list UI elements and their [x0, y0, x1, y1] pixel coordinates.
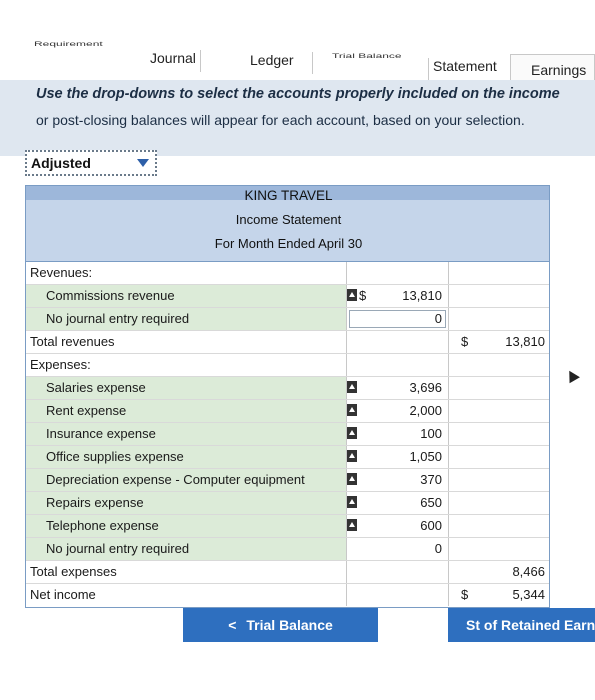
account-select[interactable]: Repairs expense — [26, 492, 346, 514]
balance-type-select[interactable]: Adjusted — [25, 150, 157, 176]
tab-ledger[interactable]: Ledger — [246, 52, 313, 74]
total-expenses-label: Total expenses — [30, 564, 117, 579]
dropdown-marker-icon — [347, 404, 357, 416]
amount-input[interactable]: 13,810 — [402, 285, 442, 307]
account-select[interactable]: Depreciation expense - Computer equipmen… — [26, 469, 346, 491]
tab-statement[interactable]: Statement — [428, 58, 512, 82]
net-income-label: Net income — [30, 587, 96, 602]
balance-type-value: Adjusted — [31, 155, 91, 171]
dropdown-marker-icon — [347, 289, 357, 301]
table-row: No journal entry required 0 — [26, 308, 549, 331]
revenues-heading: Revenues: — [30, 265, 93, 280]
account-select[interactable]: Commissions revenue — [26, 285, 346, 307]
amount-input[interactable]: 100 — [420, 423, 442, 445]
dropdown-marker-icon — [347, 427, 357, 439]
table-row: Rent expense 2,000 — [26, 400, 549, 423]
table-row: Office supplies expense 1,050 — [26, 446, 549, 469]
dropdown-marker-icon — [347, 519, 357, 531]
total-revenues-row: Total revenues $ 13,810 — [26, 331, 549, 354]
instructions-line-2: or post-closing balances will appear for… — [36, 112, 525, 128]
statement-title: Income Statement — [235, 212, 342, 227]
mouse-cursor-icon — [564, 367, 580, 384]
prev-trial-balance-button[interactable]: < Trial Balance — [183, 608, 378, 642]
chevron-left-icon: < — [228, 617, 237, 633]
account-select[interactable]: Office supplies expense — [26, 446, 346, 468]
dollar-sign: $ — [461, 334, 469, 349]
dropdown-marker-icon — [347, 473, 357, 485]
account-select[interactable]: Rent expense — [26, 400, 346, 422]
requirement-tabs: Requirement Journal Ledger Trial Balance… — [0, 0, 595, 86]
amount-input[interactable]: 1,050 — [409, 446, 442, 468]
table-row: Depreciation expense - Computer equipmen… — [26, 469, 549, 492]
income-statement: KING TRAVEL Income Statement For Month E… — [25, 185, 550, 608]
instructions-line-1: Use the drop-downs to select the account… — [36, 86, 560, 102]
tab-trial-balance[interactable]: Trial Balance — [328, 52, 406, 60]
table-row: Repairs expense 650 — [26, 492, 549, 515]
dropdown-marker-icon — [347, 496, 357, 508]
revenues-heading-row: Revenues: — [26, 262, 549, 285]
net-income-row: Net income $ 5,344 — [26, 584, 549, 607]
expenses-heading: Expenses: — [30, 357, 91, 372]
account-select[interactable]: Telephone expense — [26, 515, 346, 537]
company-name: KING TRAVEL — [244, 188, 333, 203]
table-row: Salaries expense 3,696 — [26, 377, 549, 400]
amount-input[interactable]: 3,696 — [409, 377, 442, 399]
next-button-label: St of Retained Earnin — [466, 617, 595, 633]
table-row: Insurance expense 100 — [26, 423, 549, 446]
amount-input[interactable]: 0 — [435, 538, 442, 560]
prev-button-label: Trial Balance — [246, 617, 333, 633]
statement-period: For Month Ended April 30 — [214, 236, 363, 251]
total-revenues-input[interactable]: 13,810 — [505, 331, 545, 353]
account-select[interactable]: No journal entry required — [26, 538, 346, 560]
dollar-sign: $ — [359, 288, 367, 303]
table-row: Telephone expense 600 — [26, 515, 549, 538]
amount-input[interactable]: 650 — [420, 492, 442, 514]
table-row: No journal entry required 0 — [26, 538, 549, 561]
tab-requirement[interactable]: Requirement — [30, 40, 107, 48]
account-select[interactable]: Salaries expense — [26, 377, 346, 399]
amount-input[interactable]: 370 — [420, 469, 442, 491]
amount-input[interactable]: 0 — [435, 308, 442, 330]
dropdown-marker-icon — [347, 381, 357, 393]
total-expenses-row: Total expenses 8,466 — [26, 561, 549, 584]
account-select[interactable]: No journal entry required — [26, 308, 346, 330]
dropdown-marker-icon — [347, 450, 357, 462]
statement-header: KING TRAVEL Income Statement For Month E… — [26, 186, 549, 262]
next-retained-earnings-button[interactable]: St of Retained Earnin — [448, 608, 595, 642]
account-select[interactable]: Insurance expense — [26, 423, 346, 445]
total-revenues-label: Total revenues — [30, 334, 115, 349]
net-income-input[interactable]: 5,344 — [512, 584, 545, 606]
table-row: Commissions revenue $ 13,810 — [26, 285, 549, 308]
dollar-sign: $ — [461, 587, 469, 602]
total-expenses-input[interactable]: 8,466 — [512, 561, 545, 583]
amount-input[interactable]: 2,000 — [409, 400, 442, 422]
amount-input[interactable]: 600 — [420, 515, 442, 537]
chevron-down-icon — [137, 159, 149, 167]
tab-journal[interactable]: Journal — [146, 50, 201, 72]
expenses-heading-row: Expenses: — [26, 354, 549, 377]
instructions-panel: Use the drop-downs to select the account… — [0, 80, 595, 156]
